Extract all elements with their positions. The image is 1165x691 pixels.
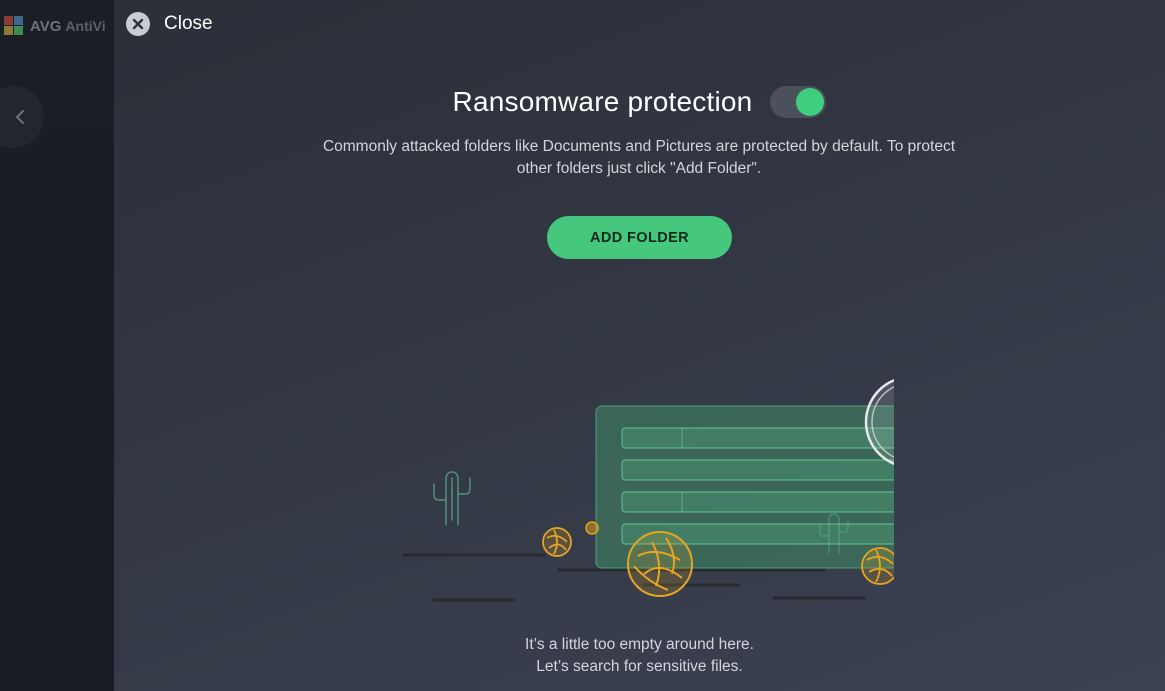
- ransomware-protection-panel: Close Ransomware protection Commonly att…: [114, 0, 1165, 691]
- tumbleweed-large-icon: [627, 531, 693, 597]
- back-button[interactable]: [0, 86, 44, 148]
- title-row: Ransomware protection: [114, 86, 1165, 118]
- close-icon: [126, 12, 150, 36]
- chevron-left-icon: [16, 110, 24, 124]
- close-label: Close: [164, 13, 213, 34]
- description-line-2: other folders just click "Add Folder".: [516, 160, 762, 177]
- empty-state-line-1: It’s a little too empty around here.: [525, 636, 754, 653]
- empty-state-message: It’s a little too empty around here. Let…: [114, 634, 1165, 678]
- background-app-sidebar: AVG AntiVi: [0, 0, 114, 691]
- avg-logo-text: AVG: [30, 17, 62, 35]
- empty-state-line-2: Let’s search for sensitive files.: [536, 658, 743, 675]
- toggle-knob: [796, 88, 825, 116]
- add-folder-button[interactable]: ADD FOLDER: [547, 216, 732, 259]
- empty-folder-search-illustration: [402, 378, 894, 602]
- protection-toggle[interactable]: [770, 86, 827, 118]
- tumbleweed-small-right-icon: [861, 547, 894, 585]
- page-title: Ransomware protection: [452, 86, 753, 117]
- app-name-text: AntiVi: [65, 18, 106, 34]
- description-text: Commonly attacked folders like Documents…: [289, 136, 989, 180]
- avg-logo-icon: [4, 16, 26, 36]
- cactus-left-icon: [433, 471, 471, 526]
- tumbleweed-small-left-icon: [542, 527, 572, 557]
- description-line-1: Commonly attacked folders like Documents…: [322, 138, 956, 155]
- close-button[interactable]: Close: [126, 12, 213, 36]
- tumbleweed-tiny-left-icon: [585, 521, 599, 535]
- avg-logo: AVG AntiVi: [4, 16, 106, 36]
- app-window: AVG AntiVi Close Ransomware protection C…: [0, 0, 1165, 691]
